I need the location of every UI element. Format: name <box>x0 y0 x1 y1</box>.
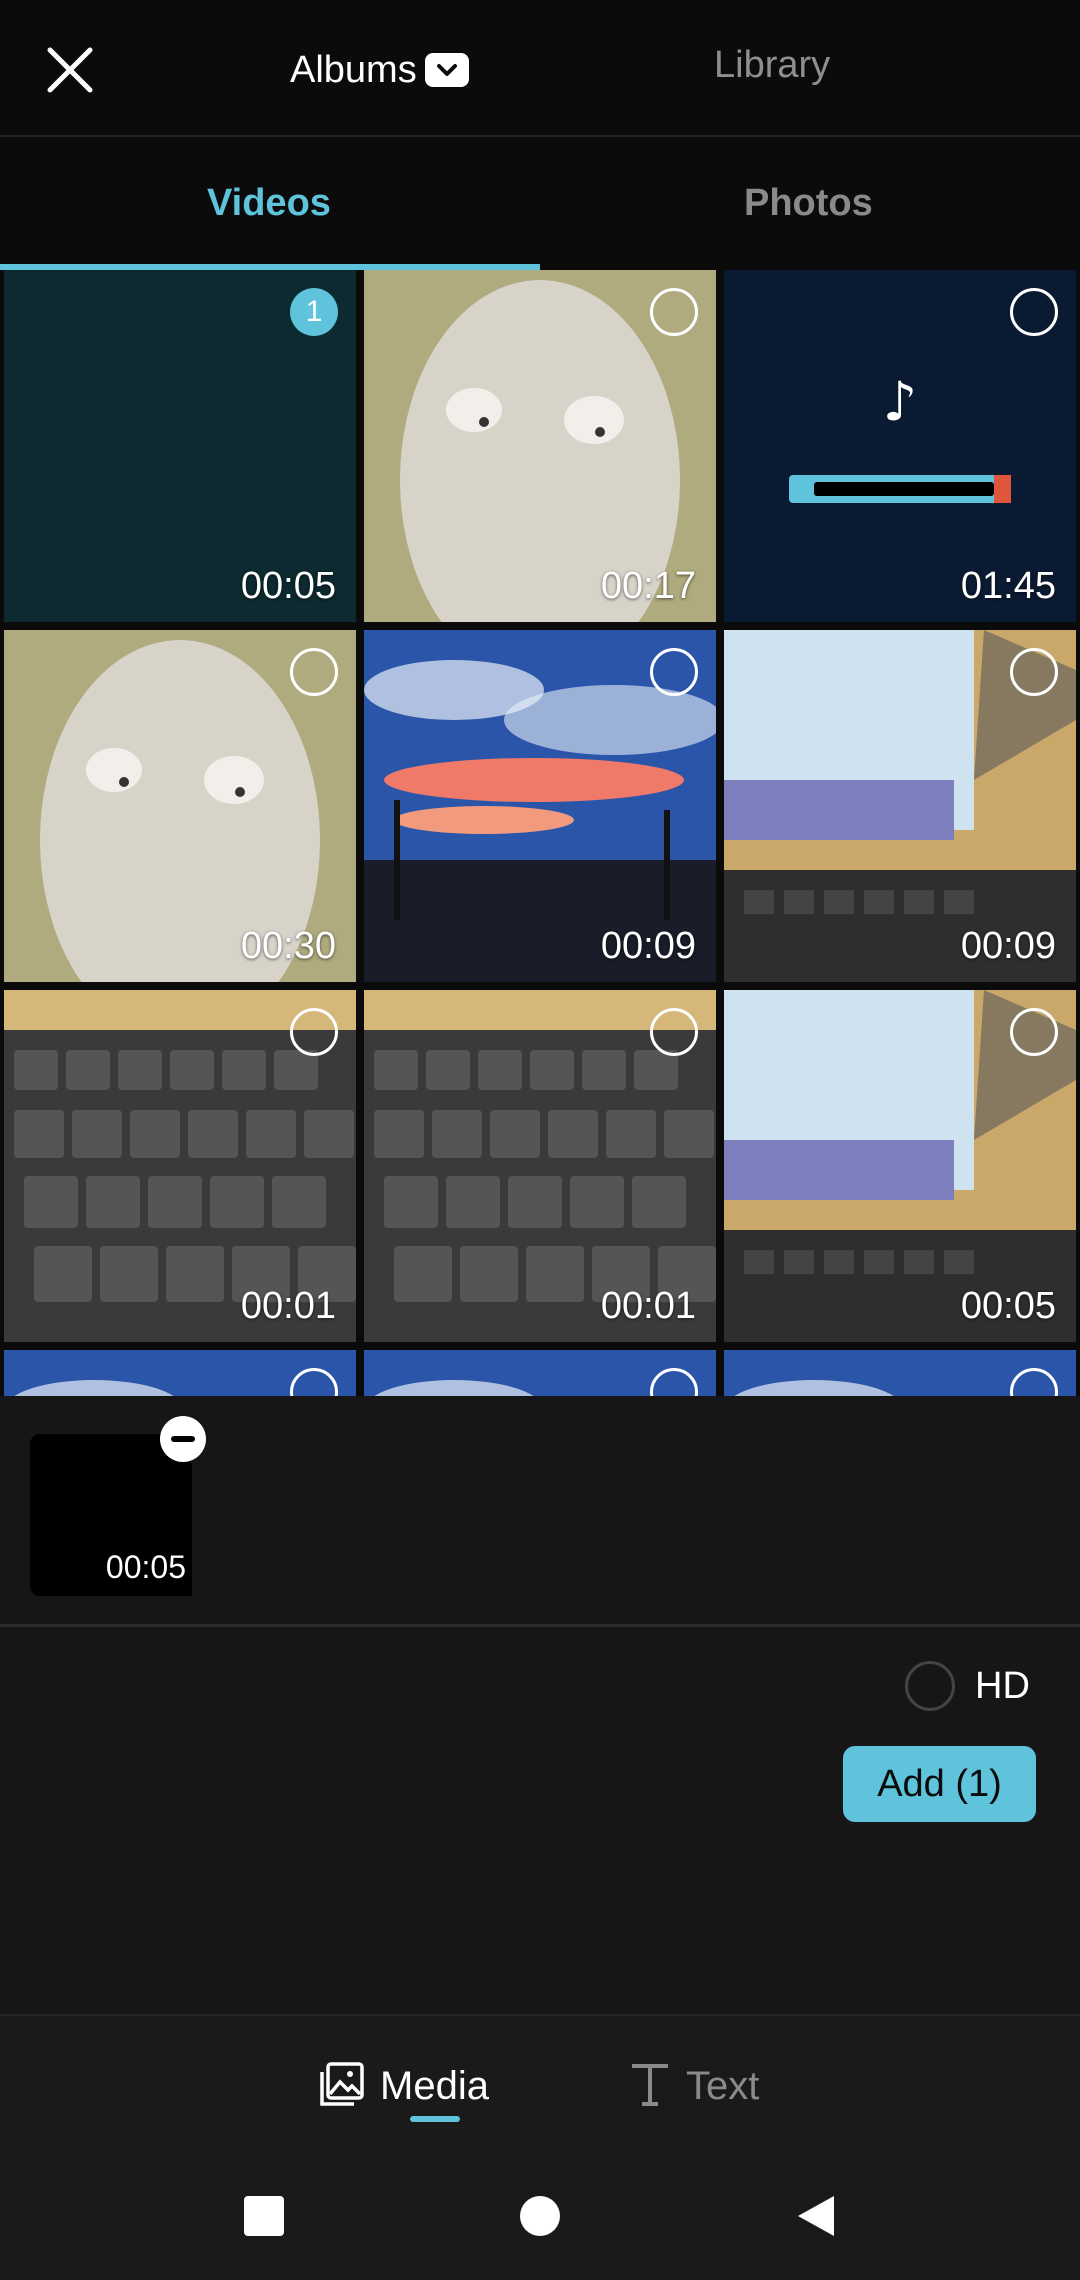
select-checkbox[interactable]: 1 <box>290 288 338 336</box>
video-thumbnail[interactable]: ♪ 01:45 <box>724 270 1076 622</box>
select-checkbox[interactable] <box>1010 648 1058 696</box>
select-checkbox[interactable] <box>650 288 698 336</box>
nav-active-indicator <box>410 2116 460 2122</box>
albums-label: Albums <box>290 48 417 91</box>
select-checkbox[interactable] <box>1010 288 1058 336</box>
home-icon[interactable] <box>518 2194 562 2238</box>
video-thumbnail[interactable]: 00:01 <box>364 990 716 1342</box>
nav-text[interactable]: Text <box>628 2056 759 2116</box>
hd-toggle[interactable]: HD <box>905 1660 1030 1712</box>
select-checkbox[interactable] <box>1010 1008 1058 1056</box>
image-icon <box>318 2060 366 2113</box>
video-thumbnail[interactable]: 00:09 <box>724 630 1076 982</box>
hd-radio[interactable] <box>905 1661 955 1711</box>
bottom-nav: Media Text <box>0 2014 1080 2154</box>
top-bar: Albums Library <box>0 0 1080 137</box>
hd-label: HD <box>975 1664 1030 1707</box>
svg-text:♪: ♪ <box>883 370 917 433</box>
text-icon <box>628 2060 672 2113</box>
video-thumbnail[interactable]: 00:09 <box>364 630 716 982</box>
select-checkbox[interactable] <box>290 1008 338 1056</box>
selected-media-strip: 00:05 <box>0 1396 1080 1624</box>
remove-selection-icon[interactable] <box>160 1416 206 1462</box>
close-icon[interactable] <box>40 40 100 100</box>
video-duration: 01:45 <box>960 565 1056 607</box>
system-nav-bar <box>0 2154 1080 2280</box>
add-button[interactable]: Add (1) <box>843 1746 1036 1822</box>
video-duration: 00:30 <box>240 925 336 967</box>
video-duration: 00:01 <box>240 1285 336 1327</box>
select-checkbox[interactable] <box>650 1008 698 1056</box>
select-checkbox[interactable] <box>290 648 338 696</box>
video-duration: 00:05 <box>960 1285 1056 1327</box>
nav-media-label: Media <box>380 2063 489 2108</box>
tab-videos[interactable]: Videos <box>207 182 331 225</box>
library-tab[interactable]: Library <box>714 44 830 87</box>
select-checkbox[interactable] <box>650 648 698 696</box>
video-thumbnail[interactable]: 00:01 <box>4 990 356 1342</box>
video-thumbnail[interactable] <box>724 1350 1076 1396</box>
nav-media[interactable]: Media <box>318 2056 489 2116</box>
video-thumbnail[interactable] <box>364 1350 716 1396</box>
tab-photos[interactable]: Photos <box>744 182 873 225</box>
video-duration: 00:09 <box>960 925 1056 967</box>
media-type-tabs: Videos Photos <box>0 137 1080 270</box>
selected-thumbnail-duration: 00:05 <box>105 1549 186 1585</box>
recents-icon[interactable] <box>242 2194 286 2238</box>
video-grid: 1 00:05 00:17 ♪ 01:45 00:30 00:09 00:09 00:01 00:… <box>0 270 1080 1396</box>
albums-dropdown[interactable]: Albums <box>290 44 469 96</box>
video-thumbnail[interactable] <box>4 1350 356 1396</box>
video-duration: 00:09 <box>600 925 696 967</box>
nav-text-label: Text <box>686 2063 760 2108</box>
back-icon[interactable] <box>794 2194 838 2238</box>
divider <box>0 1624 1080 1627</box>
video-duration: 00:17 <box>600 565 696 607</box>
video-duration: 00:05 <box>240 565 336 607</box>
video-thumbnail[interactable]: 00:05 <box>724 990 1076 1342</box>
video-thumbnail[interactable]: 00:30 <box>4 630 356 982</box>
selected-thumbnail[interactable]: 00:05 <box>30 1434 192 1596</box>
video-thumbnail[interactable]: 1 00:05 <box>4 270 356 622</box>
video-duration: 00:01 <box>600 1285 696 1327</box>
chevron-down-icon <box>424 53 469 87</box>
video-thumbnail[interactable]: 00:17 <box>364 270 716 622</box>
